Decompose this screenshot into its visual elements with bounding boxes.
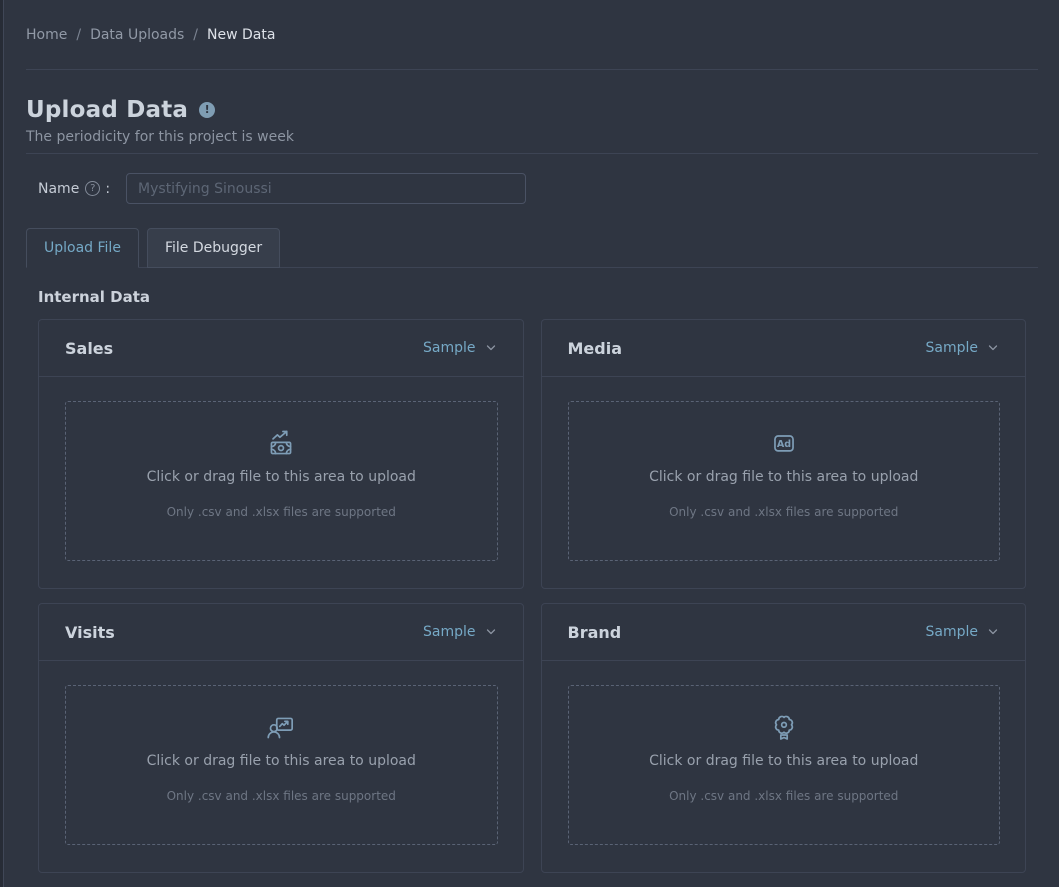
chevron-down-icon xyxy=(485,626,497,638)
tab-bar: Upload File File Debugger xyxy=(26,228,1038,268)
svg-text:Ad: Ad xyxy=(777,439,791,450)
header-divider xyxy=(26,69,1038,70)
breadcrumb: Home / Data Uploads / New Data xyxy=(26,0,1038,43)
card-brand-header: Brand Sample xyxy=(542,604,1026,661)
sample-label: Sample xyxy=(423,340,476,356)
name-label: Name ? : xyxy=(38,181,110,197)
card-media-title: Media xyxy=(568,339,623,358)
upload-text: Click or drag file to this area to uploa… xyxy=(147,753,416,769)
presentation-person-icon xyxy=(264,711,298,745)
main-content: Home / Data Uploads / New Data Upload Da… xyxy=(5,0,1059,873)
chevron-down-icon xyxy=(485,342,497,354)
upload-text: Click or drag file to this area to uploa… xyxy=(649,753,918,769)
upload-cards-grid: Sales Sample xyxy=(38,319,1026,873)
card-brand: Brand Sample Click or drag file to this … xyxy=(541,603,1027,873)
card-media-body: Ad Click or drag file to this area to up… xyxy=(542,377,1026,588)
page-title: Upload Data xyxy=(26,97,188,123)
breadcrumb-separator: / xyxy=(193,27,198,43)
sales-dropzone[interactable]: Click or drag file to this area to uploa… xyxy=(65,401,498,561)
award-badge-icon xyxy=(767,711,801,745)
card-visits-header: Visits Sample xyxy=(39,604,523,661)
upload-hint: Only .csv and .xlsx files are supported xyxy=(669,789,898,803)
name-label-colon: : xyxy=(105,181,110,197)
breadcrumb-separator: / xyxy=(76,27,81,43)
upload-text: Click or drag file to this area to uploa… xyxy=(147,469,416,485)
name-label-text: Name xyxy=(38,181,79,197)
name-form-row: Name ? : xyxy=(38,173,1038,204)
brand-dropzone[interactable]: Click or drag file to this area to uploa… xyxy=(568,685,1001,845)
sample-label: Sample xyxy=(926,624,979,640)
breadcrumb-home[interactable]: Home xyxy=(26,27,67,43)
card-media: Media Sample Ad Click or drag file to th… xyxy=(541,319,1027,589)
ad-icon: Ad xyxy=(767,427,801,461)
card-sales-title: Sales xyxy=(65,339,113,358)
info-circle-icon[interactable]: ! xyxy=(199,102,215,118)
section-title-internal-data: Internal Data xyxy=(38,288,1038,306)
left-edge-rail xyxy=(0,0,4,887)
card-media-sample-dropdown[interactable]: Sample xyxy=(926,340,1000,356)
question-circle-icon[interactable]: ? xyxy=(85,181,100,196)
sample-label: Sample xyxy=(423,624,476,640)
card-sales-body: Click or drag file to this area to uploa… xyxy=(39,377,523,588)
money-trend-icon xyxy=(264,427,298,461)
card-media-header: Media Sample xyxy=(542,320,1026,377)
upload-text: Click or drag file to this area to uploa… xyxy=(649,469,918,485)
upload-data-page: Home / Data Uploads / New Data Upload Da… xyxy=(0,0,1059,887)
breadcrumb-new-data: New Data xyxy=(207,27,275,43)
tab-file-debugger[interactable]: File Debugger xyxy=(147,228,280,268)
upload-hint: Only .csv and .xlsx files are supported xyxy=(669,505,898,519)
breadcrumb-data-uploads[interactable]: Data Uploads xyxy=(90,27,184,43)
subheader-divider xyxy=(26,153,1038,154)
card-brand-title: Brand xyxy=(568,623,622,642)
card-visits: Visits Sample xyxy=(38,603,524,873)
tab-upload-file[interactable]: Upload File xyxy=(26,228,139,268)
card-sales: Sales Sample xyxy=(38,319,524,589)
card-sales-header: Sales Sample xyxy=(39,320,523,377)
name-input[interactable] xyxy=(126,173,526,204)
sample-label: Sample xyxy=(926,340,979,356)
card-sales-sample-dropdown[interactable]: Sample xyxy=(423,340,497,356)
card-brand-body: Click or drag file to this area to uploa… xyxy=(542,661,1026,872)
page-header: Upload Data ! xyxy=(26,97,1038,123)
card-visits-title: Visits xyxy=(65,623,115,642)
media-dropzone[interactable]: Ad Click or drag file to this area to up… xyxy=(568,401,1001,561)
visits-dropzone[interactable]: Click or drag file to this area to uploa… xyxy=(65,685,498,845)
upload-hint: Only .csv and .xlsx files are supported xyxy=(167,505,396,519)
card-visits-sample-dropdown[interactable]: Sample xyxy=(423,624,497,640)
chevron-down-icon xyxy=(987,342,999,354)
chevron-down-icon xyxy=(987,626,999,638)
upload-hint: Only .csv and .xlsx files are supported xyxy=(167,789,396,803)
page-subtitle: The periodicity for this project is week xyxy=(26,129,1038,145)
card-visits-body: Click or drag file to this area to uploa… xyxy=(39,661,523,872)
card-brand-sample-dropdown[interactable]: Sample xyxy=(926,624,1000,640)
